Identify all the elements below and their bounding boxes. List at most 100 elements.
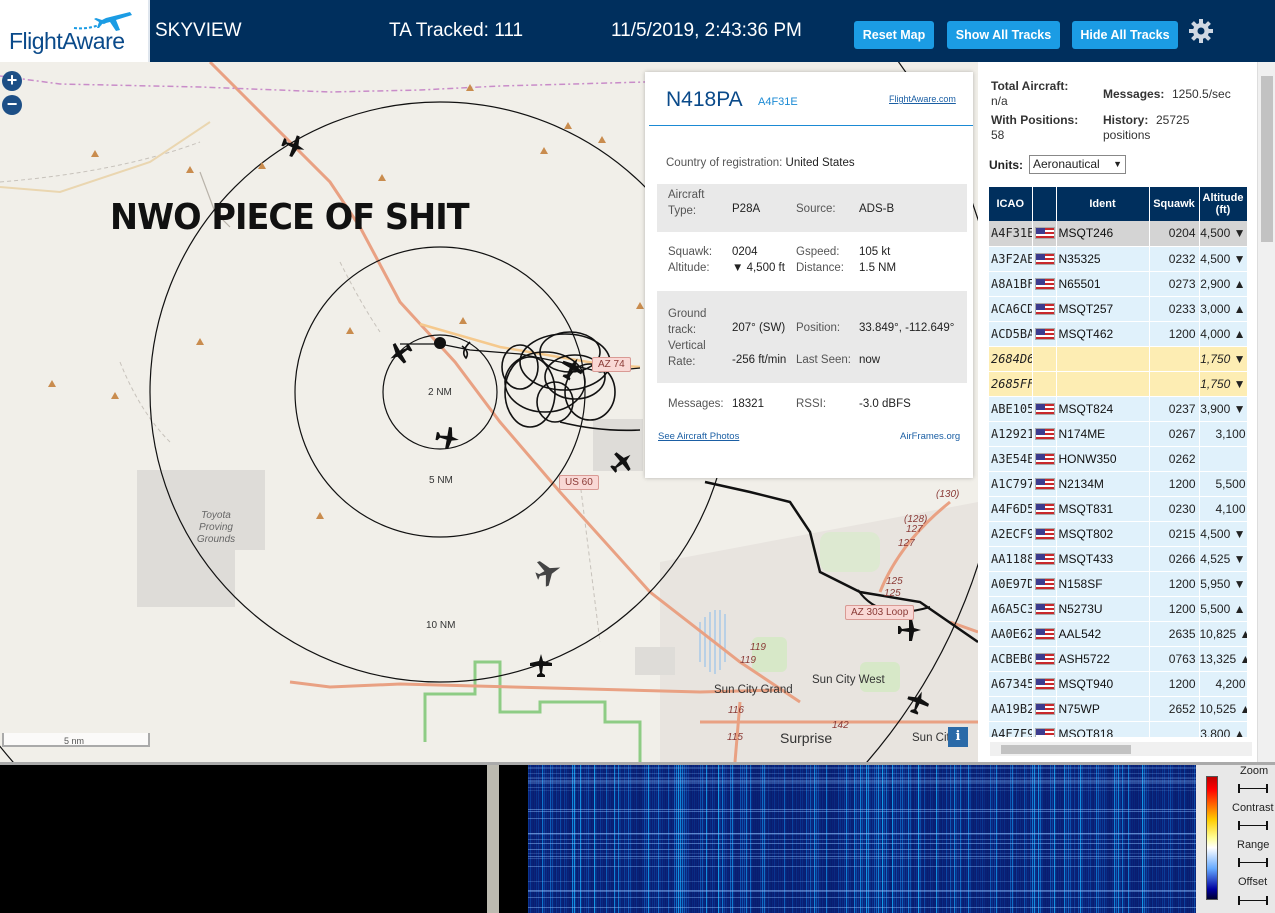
table-row[interactable]: AA0E62 AAL542 2635 10,825 ▲ <box>989 621 1248 647</box>
flag-cell <box>1032 496 1057 522</box>
units-selected-value: Aeronautical <box>1033 157 1100 171</box>
ident-cell: MSQT818 <box>1056 721 1150 737</box>
horizontal-scrollbar[interactable] <box>990 742 1252 756</box>
table-row[interactable]: A4F31E MSQT246 0204 4,500 ▼ <box>989 221 1248 247</box>
table-row[interactable]: A8A1BF N65501 0273 2,900 ▲ <box>989 271 1248 297</box>
table-row[interactable]: ACD5BA MSQT462 1200 4,000 ▲ <box>989 321 1248 347</box>
table-row[interactable]: A4F6D5 MSQT831 0230 4,100 <box>989 496 1248 522</box>
table-row[interactable]: ACA6CD MSQT257 0233 3,000 ▲ <box>989 296 1248 322</box>
airframes-link[interactable]: AirFrames.org <box>900 431 960 442</box>
logo[interactable]: FlightAware <box>0 0 150 62</box>
us-flag-icon <box>1034 702 1055 715</box>
divider <box>649 125 973 126</box>
zoom-out-button[interactable]: − <box>2 95 22 115</box>
gear-icon[interactable] <box>1188 18 1214 44</box>
vertical-scrollbar[interactable] <box>1257 62 1275 762</box>
aircraft-table-container[interactable]: ICAO Ident Squawk Altitude (ft) A4F31E MS… <box>989 187 1249 737</box>
us-flag-icon <box>1034 402 1055 415</box>
waterfall-row <box>528 897 1196 898</box>
table-row[interactable]: A4E7F9 MSQT818 3,800 ▲ <box>989 721 1248 737</box>
scrollbar-thumb[interactable] <box>1001 745 1131 754</box>
table-row[interactable]: A3F2AE N35325 0232 4,500 ▼ <box>989 246 1248 272</box>
icao-cell: AA1188 <box>989 546 1033 572</box>
offset-slider[interactable] <box>1238 896 1268 905</box>
panel-splitter[interactable] <box>487 765 499 913</box>
contrast-slider[interactable] <box>1238 821 1268 830</box>
squawk-cell <box>1149 721 1200 737</box>
table-row[interactable]: AA1188 MSQT433 0266 4,525 ▼ <box>989 546 1248 572</box>
altitude-cell: 3,900 ▼ <box>1199 396 1248 422</box>
history-value: 25725 <box>1156 113 1190 127</box>
table-row[interactable]: ABE105 MSQT824 0237 3,900 ▼ <box>989 396 1248 422</box>
table-row[interactable]: A0E97D N158SF 1200 5,950 ▼ <box>989 571 1248 597</box>
flag-cell <box>1032 346 1057 372</box>
altitude-cell: 3,800 ▲ <box>1199 721 1248 737</box>
icao-cell: A3F2AE <box>989 246 1033 272</box>
range-ring-label: 5 NM <box>429 475 453 486</box>
column-header-squawk[interactable]: Squawk <box>1149 187 1200 221</box>
flag-cell <box>1032 221 1057 247</box>
scrollbar-thumb[interactable] <box>1261 76 1273 242</box>
table-row[interactable]: 2685FF 1,750 ▼ <box>989 371 1248 397</box>
waterfall-row <box>528 891 1196 892</box>
table-row[interactable]: A12921 N174ME 0267 3,100 <box>989 421 1248 447</box>
table-row[interactable]: 2684D6 1,750 ▼ <box>989 346 1248 372</box>
route-number: 127 <box>906 524 923 535</box>
route-number: 119 <box>740 655 756 666</box>
waterfall-row <box>528 790 1196 791</box>
zoom-slider[interactable] <box>1238 784 1268 793</box>
ident-cell: MSQT462 <box>1056 321 1150 347</box>
vertical-rate-value: -256 ft/min <box>732 354 787 366</box>
hide-all-tracks-button[interactable]: Hide All Tracks <box>1072 21 1178 49</box>
altitude-cell: 4,500 ▼ <box>1199 221 1248 247</box>
table-row[interactable]: A67345 MSQT940 1200 4,200 <box>989 671 1248 697</box>
flag-cell <box>1032 721 1057 737</box>
altitude-cell: 4,525 ▼ <box>1199 546 1248 572</box>
squawk-cell: 1200 <box>1149 471 1200 497</box>
rssi-label: RSSI: <box>796 398 827 410</box>
place-label: Toyota Proving Grounds <box>196 510 236 545</box>
aircraft-photos-link[interactable]: See Aircraft Photos <box>658 431 739 442</box>
table-row[interactable]: A3E54E HONW350 0262 <box>989 446 1248 472</box>
range-slider[interactable] <box>1238 858 1268 867</box>
messages-label: Messages: <box>668 398 724 410</box>
gspeed-label: Gspeed: <box>796 246 840 258</box>
flag-cell <box>1032 621 1057 647</box>
altitude-cell: 3,100 <box>1199 421 1248 447</box>
route-number: 119 <box>750 642 766 653</box>
column-header-icao[interactable]: ICAO <box>989 187 1033 221</box>
table-row[interactable]: A2ECF9 MSQT802 0215 4,500 ▼ <box>989 521 1248 547</box>
waterfall-row <box>528 778 1196 779</box>
ground-track-label: Ground track: <box>668 308 707 336</box>
popup-hex-link[interactable]: A4F31E <box>758 96 798 108</box>
table-row[interactable]: A6A5C3 N5273U 1200 5,500 ▲ <box>989 596 1248 622</box>
icao-cell: A8A1BF <box>989 271 1033 297</box>
ident-cell: N65501 <box>1056 271 1150 297</box>
flightaware-link[interactable]: FlightAware.com <box>889 94 956 104</box>
zoom-in-button[interactable]: + <box>2 71 22 91</box>
table-row[interactable]: AA19B2 N75WP 2652 10,525 ▲ <box>989 696 1248 722</box>
squawk-cell: 1200 <box>1149 596 1200 622</box>
table-row[interactable]: A1C797 N2134M 1200 5,500 <box>989 471 1248 497</box>
squawk-cell: 1200 <box>1149 571 1200 597</box>
us-flag-icon <box>1034 302 1055 315</box>
map-info-button[interactable]: i <box>948 727 968 747</box>
squawk-cell: 0262 <box>1149 446 1200 472</box>
waterfall-row <box>528 858 1196 859</box>
us-flag-icon <box>1034 452 1055 465</box>
units-select[interactable]: Aeronautical ▼ <box>1029 155 1126 174</box>
icao-cell: ABE105 <box>989 396 1033 422</box>
column-header-ident[interactable]: Ident <box>1056 187 1150 221</box>
overlay-text: NWO PIECE OF SHIT <box>110 197 470 238</box>
column-header-altitude[interactable]: Altitude (ft) <box>1199 187 1248 221</box>
table-row[interactable]: ACBEB0 ASH5722 0763 13,325 ▲ <box>989 646 1248 672</box>
logo-text: FlightAware <box>9 28 125 54</box>
flag-cell <box>1032 671 1057 697</box>
squawk-cell: 0233 <box>1149 296 1200 322</box>
aircraft-table-body: A4F31E MSQT246 0204 4,500 ▼ A3F2AE N35325 0232… <box>989 221 1248 737</box>
range-ring-label: 2 NM <box>428 387 452 398</box>
show-all-tracks-button[interactable]: Show All Tracks <box>947 21 1060 49</box>
spectrum-waterfall[interactable] <box>528 765 1196 913</box>
reset-map-button[interactable]: Reset Map <box>854 21 934 49</box>
column-header-flag[interactable] <box>1032 187 1057 221</box>
